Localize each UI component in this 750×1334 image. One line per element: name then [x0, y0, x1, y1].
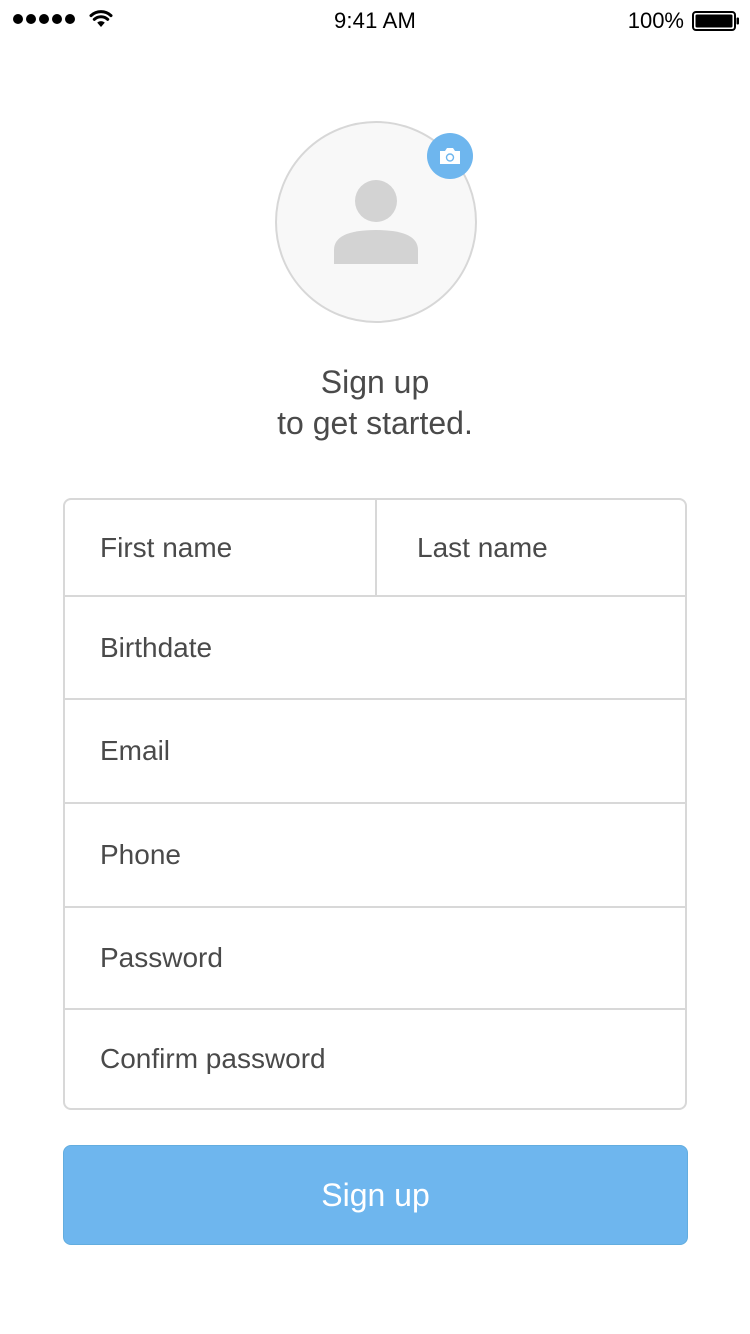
phone-field[interactable]: Phone	[65, 804, 685, 906]
name-row: First name Last name	[65, 500, 685, 597]
change-photo-button[interactable]	[427, 133, 473, 179]
signup-button[interactable]: Sign up	[63, 1145, 688, 1245]
signup-form: First name Last name Birthdate Email Pho…	[63, 498, 687, 1110]
birthdate-row: Birthdate	[65, 597, 685, 700]
heading-title: Sign up	[320, 364, 430, 400]
email-field[interactable]: Email	[65, 700, 685, 802]
person-icon	[334, 180, 418, 264]
status-bar: 9:41 AM 100%	[0, 0, 750, 40]
battery-full-icon	[692, 11, 739, 31]
password-field[interactable]: Password	[65, 908, 685, 1008]
confirm-password-field[interactable]: Confirm password	[65, 1010, 685, 1108]
page-heading: Sign up to get started.	[0, 362, 750, 444]
camera-icon	[440, 148, 460, 164]
email-row: Email	[65, 700, 685, 804]
heading-subtitle: to get started.	[277, 405, 473, 441]
phone-row: Phone	[65, 804, 685, 908]
first-name-field[interactable]: First name	[65, 500, 377, 595]
battery-percent: 100%	[627, 8, 684, 33]
password-row: Password	[65, 908, 685, 1010]
confirm-password-row: Confirm password	[65, 1010, 685, 1108]
last-name-field[interactable]: Last name	[377, 500, 685, 595]
birthdate-field[interactable]: Birthdate	[65, 597, 685, 698]
